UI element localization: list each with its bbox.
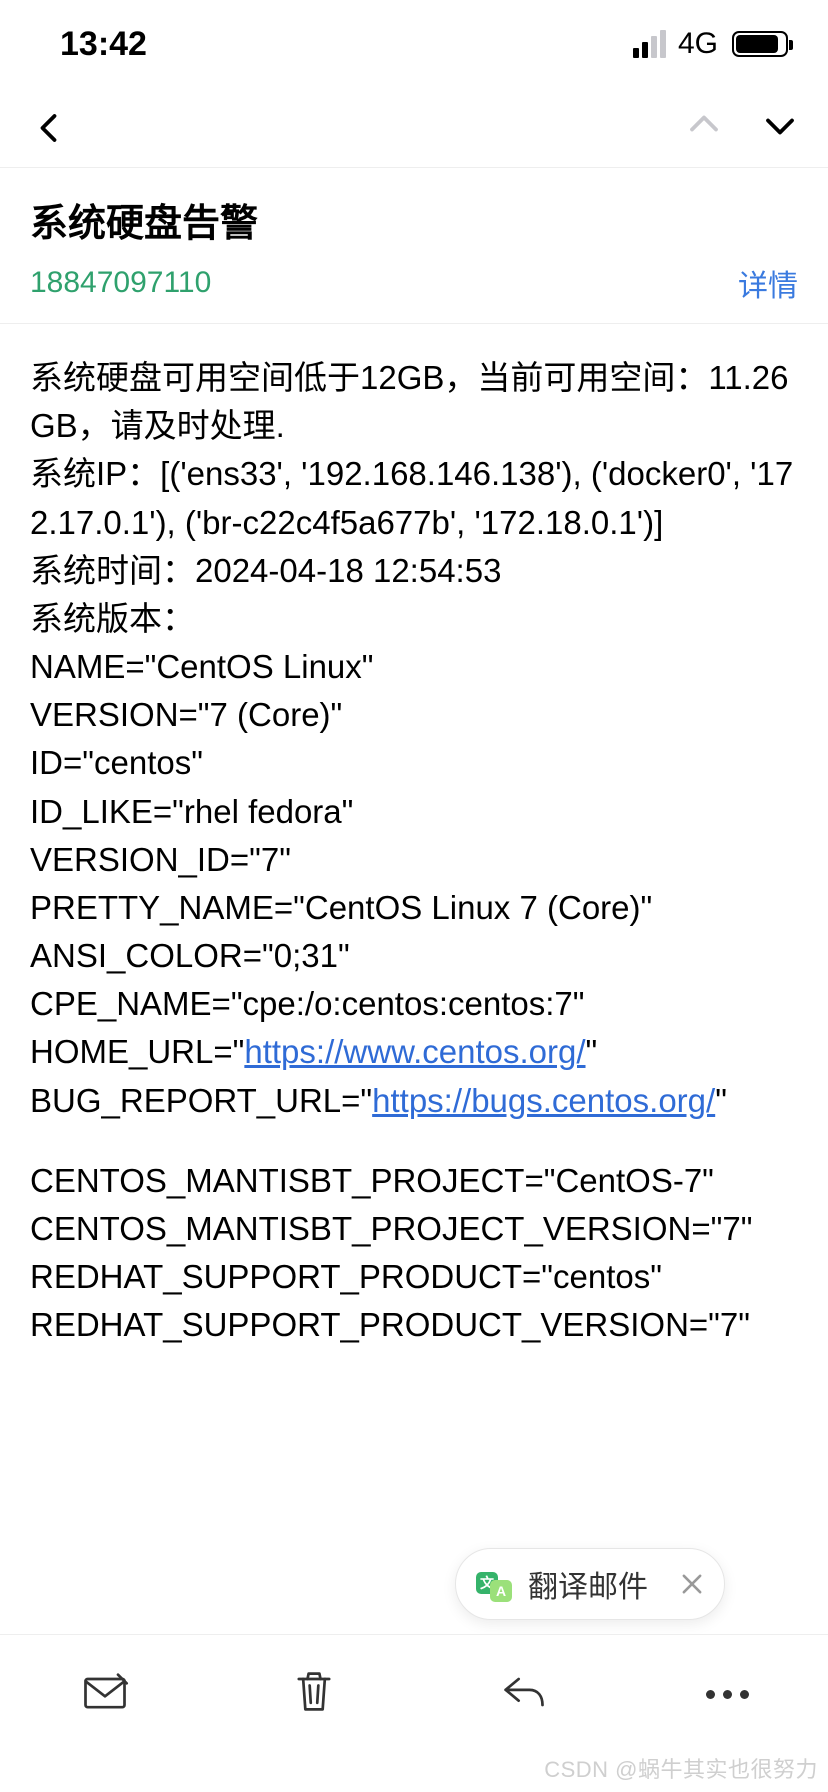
body-text: HOME_URL="https://www.centos.org/" [30, 1028, 798, 1076]
detail-link[interactable]: 详情 [738, 261, 798, 305]
delete-button[interactable] [288, 1666, 340, 1723]
body-text: REDHAT_SUPPORT_PRODUCT="centos" [30, 1253, 798, 1301]
back-button[interactable] [30, 108, 70, 148]
body-text: CENTOS_MANTISBT_PROJECT="CentOS-7" [30, 1157, 798, 1205]
body-text: 系统时间：2024-04-18 12:54:53 [30, 547, 798, 595]
translate-label: 翻译邮件 [528, 1562, 664, 1606]
status-time: 13:42 [60, 25, 147, 64]
body-text: PRETTY_NAME="CentOS Linux 7 (Core)" [30, 884, 798, 932]
body-text: CPE_NAME="cpe:/o:centos:centos:7" [30, 980, 798, 1028]
watermark: CSDN @蜗牛其实也很努力 [544, 1752, 818, 1784]
more-button[interactable] [706, 1690, 749, 1699]
dot-icon [706, 1690, 715, 1699]
envelope-icon [79, 1666, 131, 1718]
body-text: VERSION_ID="7" [30, 836, 798, 884]
home-url-link[interactable]: https://www.centos.org/ [244, 1033, 585, 1070]
bottom-toolbar [0, 1634, 828, 1744]
battery-icon [732, 31, 788, 57]
body-text: 系统IP：[('ens33', '192.168.146.138'), ('do… [30, 450, 798, 546]
bug-url-link[interactable]: https://bugs.centos.org/ [372, 1082, 715, 1119]
nav-bar [0, 88, 828, 168]
body-text: NAME="CentOS Linux" [30, 643, 798, 691]
chevron-left-icon [32, 110, 68, 146]
body-text: VERSION="7 (Core)" [30, 691, 798, 739]
message-title: 系统硬盘告警 [30, 192, 798, 247]
message-header: 系统硬盘告警 18847097110 详情 [0, 168, 828, 324]
status-bar: 13:42 4G [0, 0, 828, 88]
chevron-up-icon [686, 107, 722, 143]
body-text: CENTOS_MANTISBT_PROJECT_VERSION="7" [30, 1205, 798, 1253]
trash-icon [288, 1666, 340, 1718]
body-text: ID_LIKE="rhel fedora" [30, 788, 798, 836]
network-label: 4G [678, 27, 718, 61]
body-text: REDHAT_SUPPORT_PRODUCT_VERSION="7" [30, 1301, 798, 1349]
reply-icon [497, 1666, 549, 1718]
body-text: 系统硬盘可用空间低于12GB，当前可用空间：11.26GB，请及时处理. [30, 354, 798, 450]
translate-icon: 文 A [474, 1564, 514, 1604]
prev-message-button[interactable] [686, 107, 722, 148]
chevron-down-icon [762, 107, 798, 143]
svg-text:A: A [496, 1583, 506, 1599]
body-text: ID="centos" [30, 739, 798, 787]
dot-icon [723, 1690, 732, 1699]
status-right: 4G [633, 27, 788, 61]
reply-button[interactable] [497, 1666, 549, 1723]
signal-icon [633, 30, 666, 58]
message-body: 系统硬盘可用空间低于12GB，当前可用空间：11.26GB，请及时处理. 系统I… [0, 324, 828, 1349]
dot-icon [740, 1690, 749, 1699]
close-icon[interactable] [678, 1570, 706, 1598]
translate-pill[interactable]: 文 A 翻译邮件 [455, 1548, 725, 1620]
body-text: 系统版本： [30, 595, 798, 643]
compose-button[interactable] [79, 1666, 131, 1723]
body-text: ANSI_COLOR="0;31" [30, 932, 798, 980]
sender-name[interactable]: 18847097110 [30, 266, 211, 300]
body-text: BUG_REPORT_URL="https://bugs.centos.org/… [30, 1077, 798, 1125]
next-message-button[interactable] [762, 107, 798, 148]
